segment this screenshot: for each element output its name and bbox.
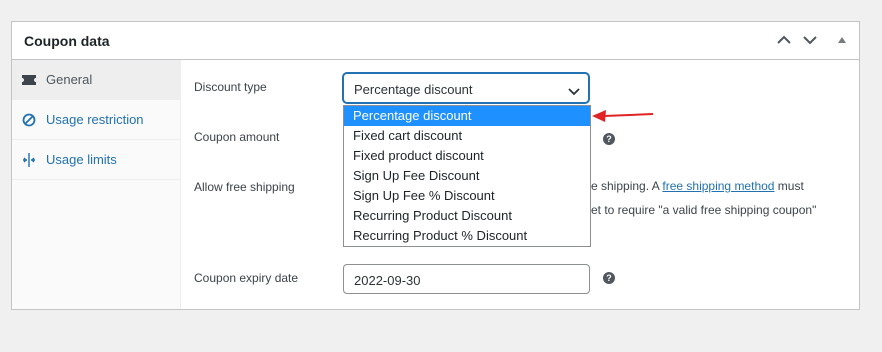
- coupon-data-panel: Coupon data General Usage restriction Us…: [11, 21, 860, 310]
- discount-type-value: Percentage discount: [354, 82, 473, 97]
- discount-type-dropdown: Percentage discount Fixed cart discount …: [343, 105, 591, 247]
- coupon-tabs: General Usage restriction Usage limits: [12, 60, 181, 309]
- panel-title: Coupon data: [24, 33, 110, 49]
- discount-type-select[interactable]: Percentage discount: [343, 73, 589, 103]
- tab-label: Usage restriction: [46, 112, 144, 127]
- tab-usage-restriction[interactable]: Usage restriction: [12, 100, 180, 140]
- free-shipping-text: e shipping. A: [591, 179, 663, 193]
- discount-type-label: Discount type: [194, 80, 267, 94]
- limits-icon: [21, 152, 37, 168]
- option-recurring-product-percent-discount[interactable]: Recurring Product % Discount: [344, 226, 590, 246]
- panel-header: Coupon data: [12, 22, 859, 60]
- annotation-arrow-icon: [592, 110, 654, 122]
- help-icon[interactable]: ?: [603, 272, 615, 284]
- tab-usage-limits[interactable]: Usage limits: [12, 140, 180, 180]
- option-sign-up-fee-discount[interactable]: Sign Up Fee Discount: [344, 166, 590, 186]
- block-icon: [21, 112, 37, 128]
- free-shipping-description-line2: et to require "a valid free shipping cou…: [591, 203, 817, 217]
- tab-label: General: [46, 72, 93, 87]
- collapse-toggle-icon[interactable]: [832, 30, 852, 50]
- coupon-expiry-value: 2022-09-30: [354, 273, 421, 288]
- free-shipping-method-link[interactable]: free shipping method: [662, 179, 774, 193]
- option-fixed-cart-discount[interactable]: Fixed cart discount: [344, 126, 590, 146]
- coupon-amount-label: Coupon amount: [194, 130, 280, 144]
- option-percentage-discount[interactable]: Percentage discount: [344, 106, 590, 126]
- ticket-icon: [21, 72, 37, 88]
- chevron-up-icon[interactable]: [774, 30, 794, 50]
- free-shipping-description: e shipping. A free shipping method must: [591, 179, 804, 193]
- option-sign-up-fee-percent-discount[interactable]: Sign Up Fee % Discount: [344, 186, 590, 206]
- option-fixed-product-discount[interactable]: Fixed product discount: [344, 146, 590, 166]
- chevron-down-icon: [568, 83, 580, 101]
- tab-general[interactable]: General: [12, 60, 180, 100]
- option-recurring-product-discount[interactable]: Recurring Product Discount: [344, 206, 590, 226]
- tab-label: Usage limits: [46, 152, 117, 167]
- coupon-expiry-label: Coupon expiry date: [194, 271, 299, 285]
- help-icon[interactable]: ?: [603, 133, 615, 145]
- chevron-down-icon[interactable]: [800, 30, 820, 50]
- coupon-expiry-input[interactable]: 2022-09-30: [343, 264, 590, 294]
- free-shipping-text-end: must: [774, 179, 804, 193]
- allow-free-shipping-label: Allow free shipping: [194, 180, 295, 194]
